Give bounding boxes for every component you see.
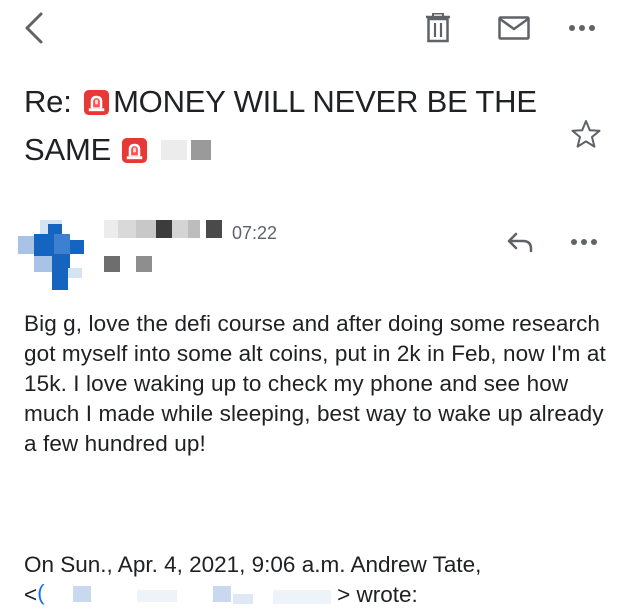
police-siren-emoji-icon (122, 137, 148, 164)
recipient-redacted[interactable] (104, 256, 164, 274)
quote-email-line: <( > wrote: (24, 580, 614, 610)
redacted-label-chip[interactable] (161, 138, 213, 162)
back-button[interactable] (14, 8, 54, 48)
quote-open-bracket: < (24, 582, 38, 607)
reply-icon (507, 232, 533, 253)
sender-avatar[interactable] (18, 220, 84, 290)
subject-prefix: Re: (24, 84, 81, 119)
reply-button[interactable] (500, 224, 540, 260)
chevron-left-icon (25, 12, 43, 44)
email-subject: Re: MONEY WILL NEVER BE THE SAME (24, 78, 554, 174)
sender-name-redacted[interactable] (104, 220, 224, 240)
top-toolbar (0, 0, 628, 60)
quote-close-wrote: > wrote: (337, 582, 418, 607)
redacted-email-link[interactable]: ( (37, 580, 337, 605)
star-button[interactable] (568, 116, 604, 152)
police-siren-emoji-icon (84, 89, 110, 116)
message-time: 07:22 (232, 223, 278, 243)
quoted-reply-header: On Sun., Apr. 4, 2021, 9:06 a.m. Andrew … (24, 550, 614, 610)
trash-icon (426, 13, 450, 43)
message-more-button[interactable] (562, 224, 606, 260)
more-options-button[interactable] (560, 8, 604, 48)
envelope-icon (498, 16, 530, 40)
more-horizontal-icon (569, 25, 595, 31)
quote-attribution-line: On Sun., Apr. 4, 2021, 9:06 a.m. Andrew … (24, 552, 482, 577)
message-body: Big g, love the defi course and after do… (24, 311, 606, 456)
more-horizontal-icon (571, 239, 597, 245)
delete-button[interactable] (418, 8, 458, 48)
mark-unread-button[interactable] (492, 8, 536, 48)
star-outline-icon (571, 120, 601, 148)
email-first-char: ( (37, 580, 45, 605)
